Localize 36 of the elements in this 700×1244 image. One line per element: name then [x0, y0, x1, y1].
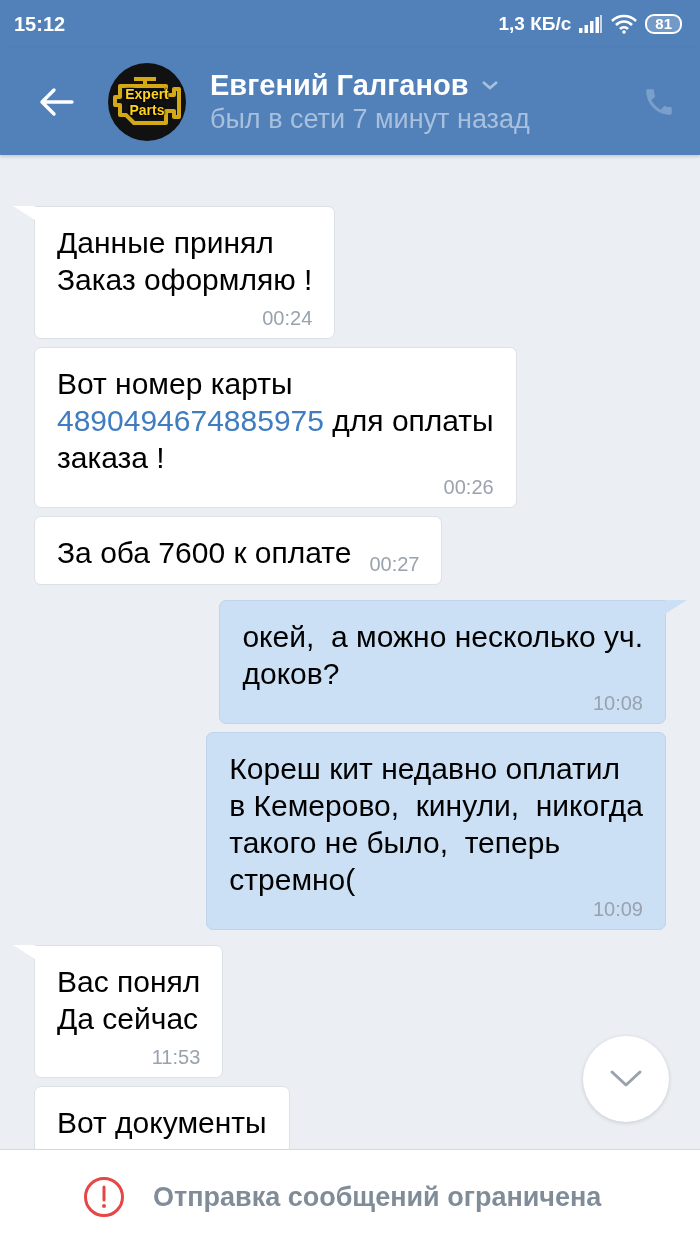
signal-icon [579, 15, 604, 33]
message-text: Вот документы [57, 1105, 267, 1141]
clock-time: 15:12 [14, 12, 66, 36]
avatar[interactable]: Expert Parts [108, 62, 186, 141]
chevron-down-icon [609, 1069, 643, 1089]
back-icon[interactable] [38, 86, 74, 117]
contact-name: Евгений Галганов [210, 68, 469, 102]
message-bubble[interactable]: За оба 7600 к оплате 00:27 [34, 516, 443, 585]
scroll-down-button[interactable] [583, 1036, 669, 1122]
message-text: Данные принял Заказ оформляю ! [57, 225, 313, 298]
network-speed: 1,3 КБ/с [498, 13, 572, 35]
message-time: 10:08 [592, 693, 643, 713]
message-time: 10:09 [592, 899, 643, 919]
message-time: 00:24 [262, 308, 313, 328]
message-time: 11:53 [151, 1047, 201, 1067]
message-text: окей, а можно несколько уч. доков? [242, 619, 643, 692]
message-text: Кореш кит недавно оплатил в Кемерово, кинули, никогда такого не было, теперь стремно( [229, 751, 643, 898]
message-bubble[interactable]: Вот номер карты 4890494674885975 для оплаты заказа ! 00:26 [34, 347, 517, 508]
message-bubble[interactable]: окей, а можно несколько уч. доков? 10:08 [219, 600, 666, 724]
logo-text: Parts [129, 101, 165, 118]
message-bubble[interactable]: Данные принял Заказ оформляю ! 00:24 [34, 206, 336, 339]
message-time: 00:27 [369, 554, 420, 574]
message-bubble[interactable]: Вас понял Да сейчас 11:53 [34, 945, 224, 1078]
notice-text: Отправка сообщений ограничена [153, 1181, 602, 1213]
message-text: Вас понял Да сейчас [57, 964, 201, 1037]
message-text: Вот номер карты 4890494674885975 для оплаты заказа ! [57, 366, 494, 476]
wifi-icon [611, 14, 638, 34]
card-number-link[interactable]: 4890494674885975 [57, 404, 324, 437]
last-seen-status: был в сети 7 минут назад [210, 103, 531, 135]
message-time: 00:26 [443, 477, 494, 497]
warning-icon [83, 1176, 125, 1218]
message-bubble[interactable]: Кореш кит недавно оплатил в Кемерово, кинули, никогда такого не было, теперь стремно( 10:09 [206, 732, 666, 930]
logo-text: Expert [125, 85, 169, 102]
battery-level: 81 [645, 14, 682, 34]
message-bubble[interactable]: Вот документы [34, 1086, 290, 1149]
message-text: За оба 7600 к оплате [57, 535, 352, 571]
